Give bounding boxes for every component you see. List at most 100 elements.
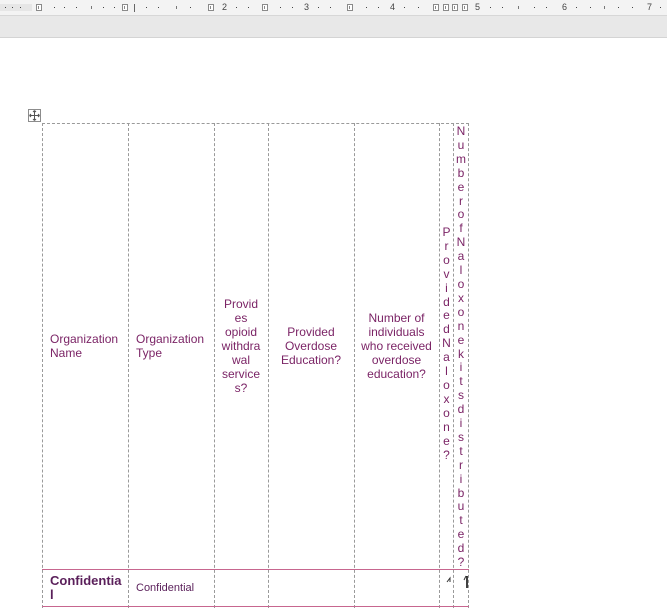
header-naloxone-kits[interactable]: Nu m b e r o f Na l o x o n e k i t s d i s t r i b u t e d?: [454, 124, 468, 570]
ruler-dot: [378, 7, 379, 8]
header-text: Name: [50, 346, 83, 360]
ruler-dot: [618, 7, 619, 8]
column-marker[interactable]: [452, 4, 458, 11]
header-text: opioid: [224, 325, 258, 339]
cell-text: l: [50, 587, 54, 602]
cell-organization-type[interactable]: Confidential: [128, 570, 214, 606]
ruler-number: 3: [304, 2, 310, 12]
ruler-dot: [534, 7, 535, 8]
header-letter: r: [459, 193, 463, 208]
cell-organization-name[interactable]: Confidentia l: [42, 570, 128, 606]
header-overdose-education[interactable]: Provided Overdose Education?: [268, 123, 354, 569]
header-text: es: [234, 311, 248, 325]
header-letter: N: [456, 124, 466, 138]
ruler-dot: [632, 7, 633, 8]
header-text: Overdose: [284, 339, 337, 353]
header-letter: b: [457, 485, 465, 500]
ruler-dot: [280, 7, 281, 8]
header-letter: x: [443, 391, 450, 406]
header-individuals-educated[interactable]: Number of individuals who received overd…: [354, 123, 439, 569]
header-letter: e: [457, 527, 465, 542]
header-letter: l: [459, 263, 463, 278]
header-letter: r: [444, 238, 449, 253]
header-letter: b: [457, 165, 465, 180]
ruler-dot: [292, 7, 293, 8]
text-cursor-icon: [463, 575, 468, 588]
ruler-dot: [366, 7, 367, 8]
horizontal-ruler[interactable]: 2 3 4 5 6 7: [0, 0, 667, 16]
header-letter: N: [456, 235, 466, 250]
ruler-dot: [12, 7, 13, 8]
header-letter: x: [458, 290, 464, 305]
ruler-dot: [190, 7, 191, 8]
header-letter: o: [457, 276, 465, 291]
header-provided-naloxone[interactable]: Pr o v i d e d Na l o x o n e?: [440, 225, 453, 462]
header-organization-type[interactable]: Organization Type: [128, 123, 214, 569]
column-marker[interactable]: [208, 4, 214, 11]
header-letter: P: [442, 225, 451, 239]
header-letter: a: [457, 249, 465, 264]
cell-individuals-educated[interactable]: [354, 570, 439, 606]
ruler-dot: [236, 7, 237, 8]
header-letter: i: [445, 280, 448, 295]
column-marker[interactable]: [262, 4, 268, 11]
column-marker[interactable]: [462, 4, 468, 11]
header-letter: e: [443, 433, 450, 448]
ruler-dot: [103, 7, 104, 8]
header-letter: o: [443, 377, 450, 392]
header-text: withdra: [221, 339, 261, 353]
ruler-dot: [418, 7, 419, 8]
ruler-dot: [546, 7, 547, 8]
header-text: education?: [367, 367, 426, 381]
header-letter: e: [457, 179, 465, 194]
header-text: Number of: [368, 311, 425, 325]
header-organization-name[interactable]: Organization Name: [42, 123, 128, 569]
header-text: who received: [361, 339, 432, 353]
header-letter: t: [459, 374, 463, 389]
header-withdrawal-services[interactable]: Provid es opioid withdra wal service s?: [214, 123, 268, 569]
ruler-dot: [248, 7, 249, 8]
column-marker[interactable]: [347, 4, 353, 11]
cell-withdrawal-services[interactable]: [214, 570, 268, 606]
ruler-dot: [576, 7, 577, 8]
header-letter: k: [458, 346, 464, 361]
header-letter: r: [459, 457, 463, 472]
header-text: overdose: [371, 353, 422, 367]
header-letter: ?: [443, 447, 450, 462]
header-letter: o: [443, 405, 450, 420]
ruler-tick: [91, 6, 92, 9]
column-marker[interactable]: [433, 4, 439, 11]
header-text: service: [221, 367, 260, 381]
ruler-tick: [604, 6, 605, 9]
header-letter: l: [445, 364, 448, 379]
column-marker[interactable]: [122, 4, 128, 11]
cell-overdose-education[interactable]: [268, 570, 354, 606]
ruler-dot: [146, 7, 147, 8]
header-letter: v: [443, 266, 450, 281]
header-text: s?: [234, 381, 248, 395]
column-marker[interactable]: [443, 4, 449, 11]
ruler-dot: [114, 7, 115, 8]
header-letter: o: [457, 207, 465, 222]
column-marker[interactable]: [36, 4, 42, 11]
table-move-handle-icon[interactable]: [28, 109, 41, 122]
ruler-number: 6: [562, 2, 568, 12]
header-letter: ?: [457, 555, 465, 570]
cell-provided-naloxone[interactable]: [439, 570, 453, 606]
ruler-number: 4: [390, 2, 396, 12]
indent-marker[interactable]: [134, 4, 137, 12]
clipped-text-mark-icon: [446, 576, 451, 583]
cell-text: Confidential: [136, 582, 195, 594]
header-letter: d: [443, 322, 450, 337]
cell-naloxone-kits[interactable]: [453, 570, 468, 606]
cell-text: Confidentia: [50, 573, 122, 588]
header-text: Organization: [50, 332, 119, 346]
header-text: Provid: [223, 297, 258, 311]
row-border: [42, 606, 469, 607]
header-letter: s: [458, 429, 464, 444]
header-text: Type: [136, 346, 163, 360]
header-letter: e: [443, 308, 450, 323]
header-letter: f: [459, 221, 463, 236]
ruler-dot: [158, 7, 159, 8]
header-letter: e: [457, 332, 465, 347]
